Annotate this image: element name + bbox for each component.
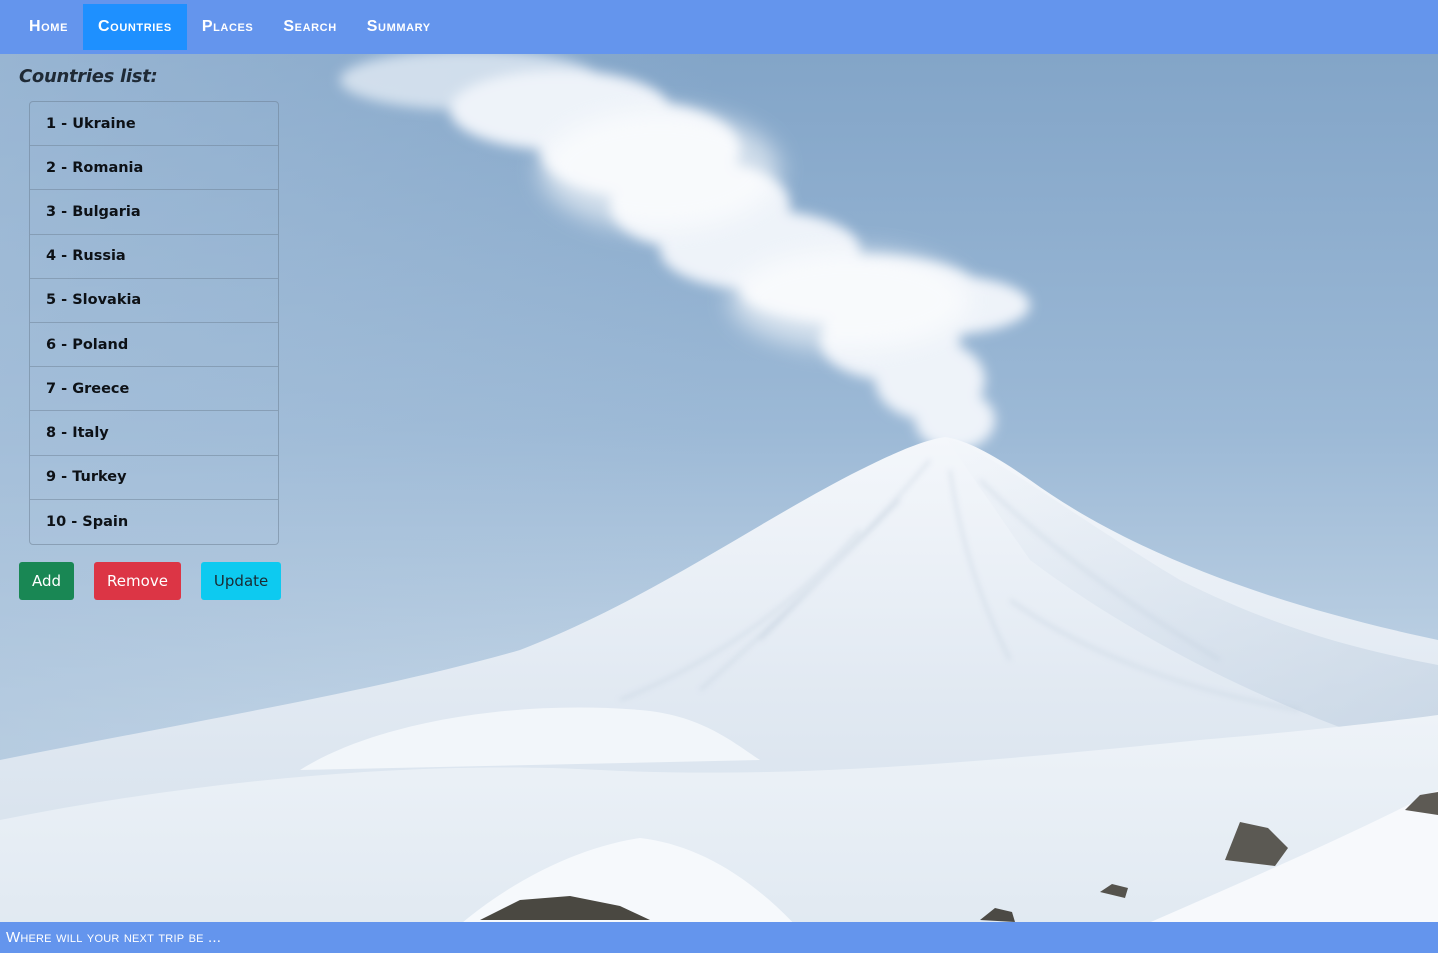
country-item[interactable]: 8 - Italy <box>30 411 278 456</box>
country-item[interactable]: 6 - Poland <box>30 323 278 368</box>
country-item[interactable]: 3 - Bulgaria <box>30 190 278 235</box>
action-buttons: Add Remove Update <box>19 562 282 600</box>
footer-tagline: Where will your next trip be ... <box>6 929 222 946</box>
update-button[interactable]: Update <box>200 562 282 600</box>
nav-home[interactable]: Home <box>14 4 83 50</box>
footer-bar: Where will your next trip be ... <box>0 922 1438 953</box>
country-item[interactable]: 2 - Romania <box>30 146 278 191</box>
remove-button[interactable]: Remove <box>94 562 181 600</box>
top-navbar: Home Countries Places Search Summary <box>0 0 1438 54</box>
countries-panel: Countries list: 1 - Ukraine 2 - Romania … <box>19 66 282 600</box>
country-item[interactable]: 5 - Slovakia <box>30 279 278 323</box>
nav-search[interactable]: Search <box>268 4 351 50</box>
country-item[interactable]: 7 - Greece <box>30 367 278 412</box>
add-button[interactable]: Add <box>19 562 75 600</box>
nav-summary[interactable]: Summary <box>352 4 446 50</box>
countries-list: 1 - Ukraine 2 - Romania 3 - Bulgaria 4 -… <box>29 101 279 545</box>
countries-list-title: Countries list: <box>19 66 158 87</box>
country-item[interactable]: 1 - Ukraine <box>30 102 278 147</box>
country-item[interactable]: 9 - Turkey <box>30 456 278 500</box>
nav-places[interactable]: Places <box>187 4 269 50</box>
country-item[interactable]: 4 - Russia <box>30 235 278 279</box>
nav-countries[interactable]: Countries <box>83 4 187 50</box>
country-item[interactable]: 10 - Spain <box>30 500 278 544</box>
